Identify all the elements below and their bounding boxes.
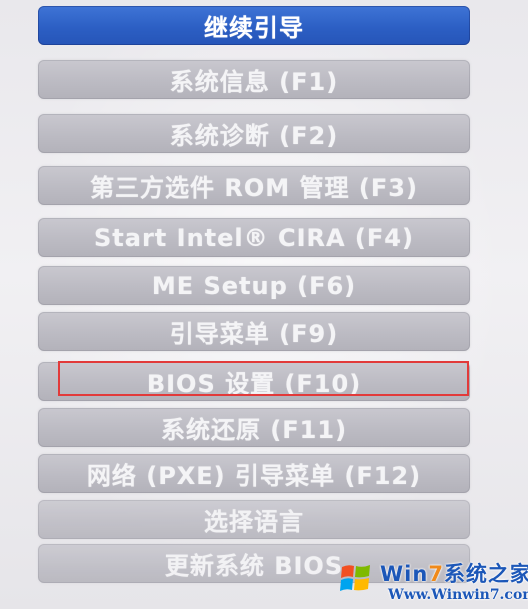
site-watermark: Win7系统之家 Www.Winwin7.com <box>336 552 528 608</box>
menu-item-system-diagnostics[interactable]: 系统诊断 (F2) <box>38 114 470 153</box>
menu-item-select-language[interactable]: 选择语言 <box>38 500 470 539</box>
menu-item-system-information[interactable]: 系统信息 (F1) <box>38 60 470 99</box>
watermark-brand: Win7系统之家 <box>380 562 528 586</box>
menu-item-continue-boot[interactable]: 继续引导 <box>38 6 470 45</box>
bios-boot-menu-photo: 继续引导 系统信息 (F1) 系统诊断 (F2) 第三方选件 ROM 管理 (F… <box>0 0 528 609</box>
menu-item-boot-menu[interactable]: 引导菜单 (F9) <box>38 312 470 351</box>
menu-item-me-setup[interactable]: ME Setup (F6) <box>38 266 470 305</box>
menu-item-start-intel-cira[interactable]: Start Intel® CIRA (F4) <box>38 218 470 257</box>
menu-item-option-rom-management[interactable]: 第三方选件 ROM 管理 (F3) <box>38 166 470 205</box>
watermark-url: Www.Winwin7.com <box>388 587 528 603</box>
menu-item-network-boot-menu[interactable]: 网络 (PXE) 引导菜单 (F12) <box>38 454 470 493</box>
menu-item-system-recovery[interactable]: 系统还原 (F11) <box>38 408 470 447</box>
windows-logo-icon <box>340 565 370 591</box>
menu-item-bios-setup[interactable]: BIOS 设置 (F10) <box>38 362 470 401</box>
